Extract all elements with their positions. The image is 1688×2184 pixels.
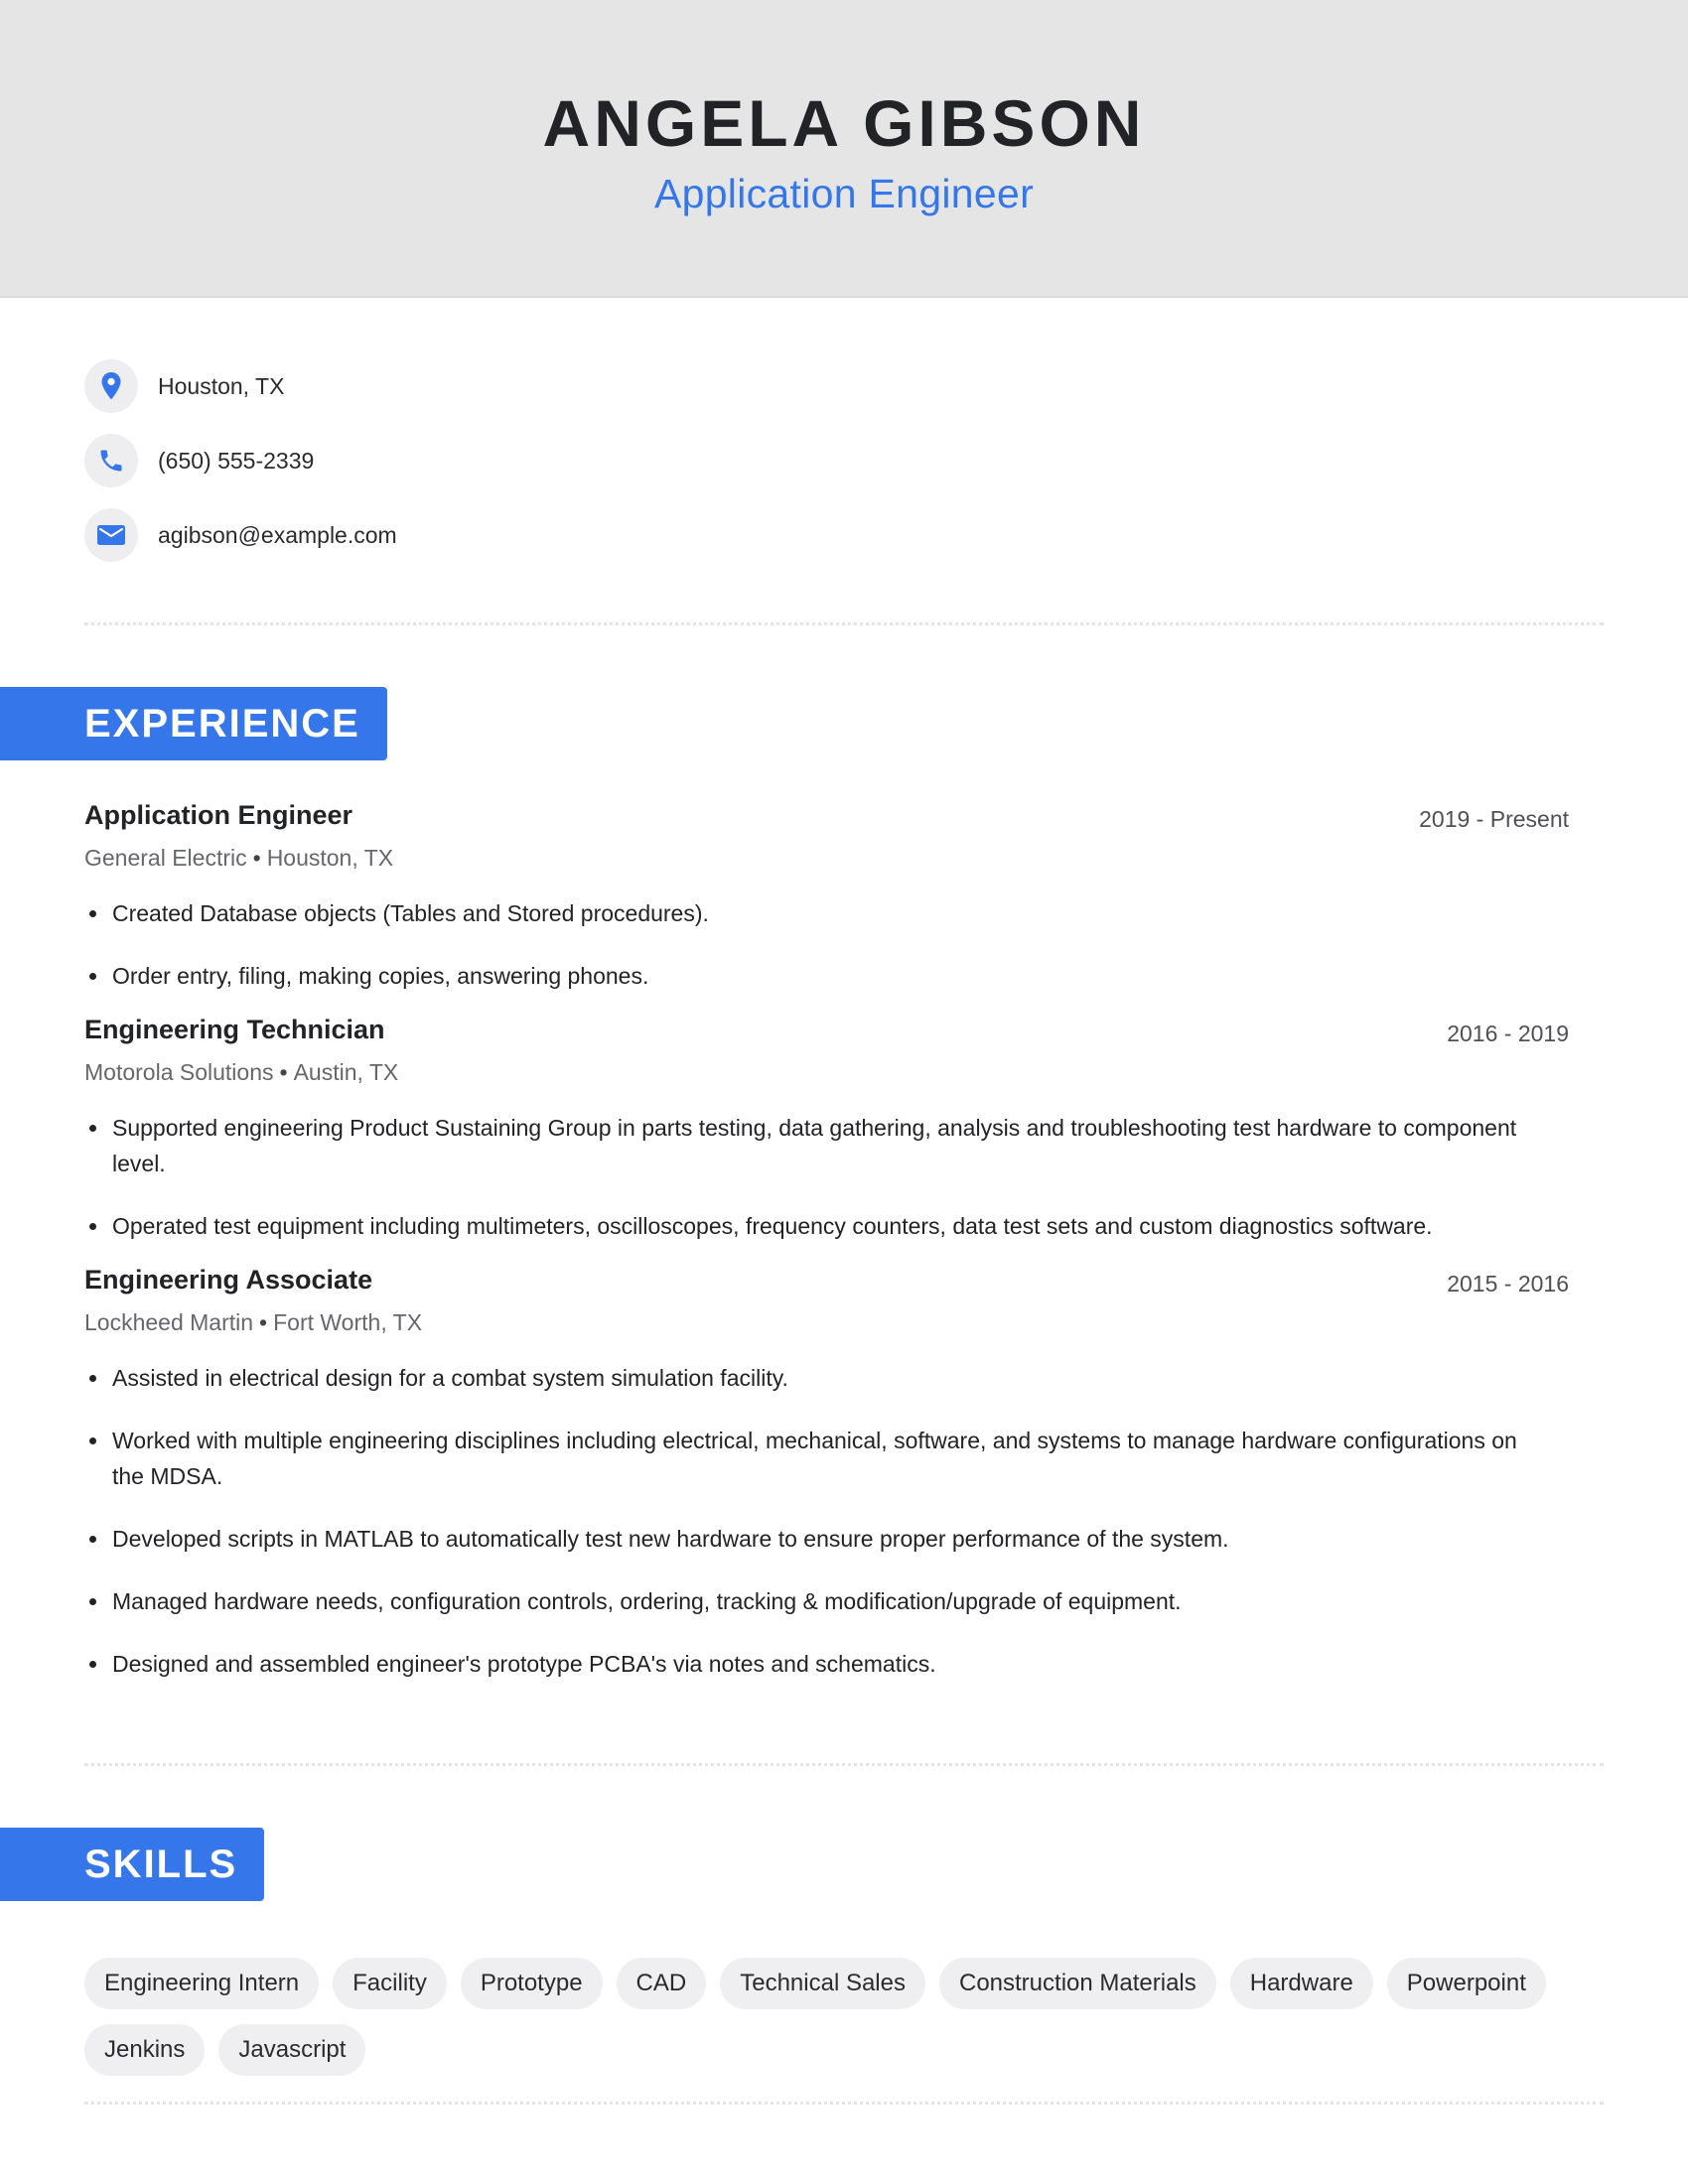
- job-company: General Electric: [84, 845, 247, 871]
- divider: [84, 2102, 1604, 2105]
- job-company: Lockheed Martin: [84, 1309, 254, 1335]
- location-pin-icon: [84, 359, 138, 413]
- contact-email: agibson@example.com: [84, 508, 779, 562]
- skills-heading: SKILLS: [84, 1843, 238, 1886]
- job-bullet: Worked with multiple engineering discipl…: [84, 1423, 1534, 1494]
- job-bullet: Created Database objects (Tables and Sto…: [84, 895, 1534, 931]
- job-bullet: Operated test equipment including multim…: [84, 1208, 1534, 1244]
- skill-pill: Prototype: [460, 1958, 603, 2009]
- job-bullet: Supported engineering Product Sustaining…: [84, 1110, 1534, 1181]
- job-location: Houston, TX: [266, 845, 394, 871]
- job-title: Engineering Technician: [84, 1015, 385, 1044]
- separator-dot: •: [252, 845, 261, 871]
- job-company-location: Lockheed Martin • Fort Worth, TX: [84, 1307, 422, 1337]
- skill-pill: CAD: [616, 1958, 707, 2009]
- job-company-location: General Electric • Houston, TX: [84, 843, 393, 873]
- job-bullet: Managed hardware needs, configuration co…: [84, 1583, 1534, 1619]
- resume-header: ANGELA GIBSON Application Engineer: [0, 0, 1688, 298]
- contact-location-text: Houston, TX: [158, 372, 285, 399]
- email-icon: [84, 508, 138, 562]
- skill-pill: Jenkins: [84, 2024, 206, 2076]
- skill-pill: Powerpoint: [1386, 1958, 1546, 2009]
- job-location: Fort Worth, TX: [273, 1309, 423, 1335]
- job-title: Engineering Associate: [84, 1265, 373, 1295]
- job-title: Application Engineer: [84, 800, 353, 830]
- job-dates: 2019 - Present: [1419, 806, 1569, 832]
- separator-dot: •: [279, 1059, 288, 1085]
- divider: [84, 1763, 1604, 1766]
- candidate-name: ANGELA GIBSON: [542, 86, 1146, 160]
- job-location: Austin, TX: [293, 1059, 399, 1085]
- job-dates: 2015 - 2016: [1447, 1271, 1569, 1297]
- job-bullet: Designed and assembled engineer's protot…: [84, 1646, 1534, 1682]
- job-bullet: Developed scripts in MATLAB to automatic…: [84, 1521, 1534, 1557]
- skills-list: Engineering Intern Facility Prototype CA…: [84, 1958, 1614, 2076]
- skill-pill: Javascript: [218, 2024, 366, 2076]
- candidate-title: Application Engineer: [653, 171, 1035, 216]
- experience-heading-bar: EXPERIENCE: [0, 687, 387, 760]
- contact-phone: (650) 555-2339: [84, 434, 779, 487]
- job-bullet: Order entry, filing, making copies, answ…: [84, 958, 1534, 994]
- skills-heading-bar: SKILLS: [0, 1828, 264, 1901]
- separator-dot: •: [259, 1309, 268, 1335]
- contact-location: Houston, TX: [84, 359, 779, 413]
- skill-pill: Engineering Intern: [84, 1958, 320, 2009]
- experience-heading: EXPERIENCE: [84, 702, 360, 746]
- skill-pill: Construction Materials: [938, 1958, 1216, 2009]
- contact-email-text: agibson@example.com: [158, 521, 397, 548]
- skill-pill: Facility: [333, 1958, 447, 2009]
- skill-pill: Hardware: [1229, 1958, 1373, 2009]
- divider: [84, 622, 1604, 625]
- job-dates: 2016 - 2019: [1447, 1021, 1569, 1046]
- job-company: Motorola Solutions: [84, 1059, 274, 1085]
- job-bullet: Assisted in electrical design for a comb…: [84, 1360, 1534, 1396]
- contact-phone-text: (650) 555-2339: [158, 447, 315, 474]
- job-company-location: Motorola Solutions • Austin, TX: [84, 1057, 398, 1087]
- skill-pill: Technical Sales: [720, 1958, 925, 2009]
- phone-icon: [84, 434, 138, 487]
